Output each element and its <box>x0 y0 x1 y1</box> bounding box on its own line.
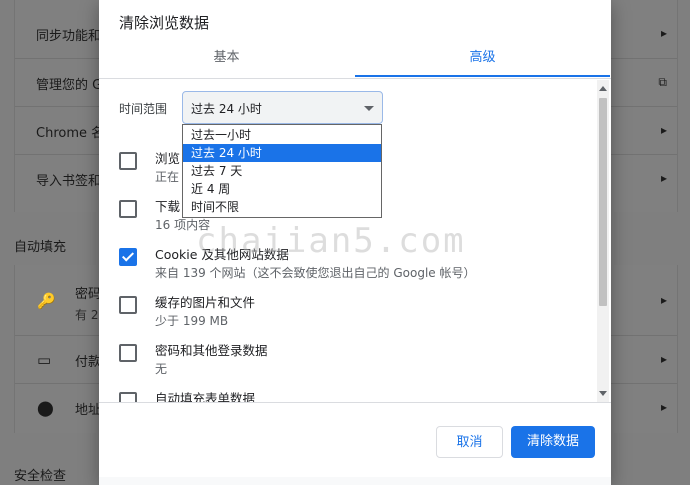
scroll-up-icon[interactable] <box>599 86 607 91</box>
checkbox-autofill-form-data[interactable] <box>119 392 137 402</box>
credit-card-icon: ▭ <box>37 351 52 369</box>
dialog-title: 清除浏览数据 <box>119 14 210 32</box>
dialog-tabs: 基本 高级 <box>99 44 611 79</box>
dropdown-arrow-icon <box>364 106 374 111</box>
checkbox-passwords[interactable] <box>119 344 137 362</box>
scroll-down-icon[interactable] <box>599 391 607 396</box>
item-autofill-form-data[interactable]: 自动填充表单数据 <box>99 388 595 403</box>
cancel-button[interactable]: 取消 <box>436 426 503 458</box>
item-desc: 来自 139 个网站（这不会致使您退出自己的 Google 帐号） <box>155 266 476 280</box>
settings-row-label: 付款 <box>75 355 102 370</box>
section-title-safety-check: 安全检查 <box>14 469 67 484</box>
item-desc: 无 <box>155 362 168 376</box>
chevron-right-icon: ▸ <box>660 400 667 414</box>
location-pin-icon: ⬤ <box>37 399 54 417</box>
dialog-footer <box>99 477 611 485</box>
open-external-icon: ⧉ <box>658 75 667 89</box>
item-title: 浏览 <box>155 151 181 166</box>
checkbox-download-history[interactable] <box>119 200 137 218</box>
item-cached-images[interactable]: 缓存的图片和文件 少于 199 MB <box>99 292 595 338</box>
time-range-select[interactable]: 过去 24 小时 <box>182 91 383 124</box>
tab-basic[interactable]: 基本 <box>99 44 354 77</box>
item-title: 自动填充表单数据 <box>155 391 256 403</box>
checkbox-cookies[interactable] <box>119 248 137 266</box>
clear-data-button[interactable]: 清除数据 <box>511 426 595 458</box>
settings-row-label: 密码 <box>75 287 102 302</box>
option-all-time[interactable]: 时间不限 <box>183 198 381 216</box>
item-passwords[interactable]: 密码和其他登录数据 无 <box>99 340 595 386</box>
time-range-options: 过去一小时 过去 24 小时 过去 7 天 近 4 周 时间不限 <box>182 124 382 218</box>
settings-row-label: 导入书签和 <box>36 174 102 189</box>
time-range-label: 时间范围 <box>119 102 168 116</box>
key-icon: 🔑 <box>37 292 56 310</box>
item-desc: 正在 <box>155 170 180 184</box>
settings-row-label: 同步功能和 <box>36 29 102 44</box>
item-cookies[interactable]: Cookie 及其他网站数据 来自 139 个网站（这不会致使您退出自己的 Go… <box>99 244 595 290</box>
checkbox-cached-images[interactable] <box>119 296 137 314</box>
settings-row-sub: 有 2 <box>75 308 99 322</box>
chevron-right-icon: ▸ <box>660 26 667 40</box>
settings-row-label: Chrome 名 <box>36 126 105 141</box>
clear-browsing-data-dialog: 清除浏览数据 基本 高级 时间范围 过去 24 小时 过去一小时 过去 24 小… <box>99 0 611 485</box>
item-title: 下载 <box>155 199 181 214</box>
scrollbar-thumb[interactable] <box>599 98 607 306</box>
option-last-4-weeks[interactable]: 近 4 周 <box>183 180 381 198</box>
checkbox-browsing-history[interactable] <box>119 152 137 170</box>
option-last-7-days[interactable]: 过去 7 天 <box>183 162 381 180</box>
option-last-hour[interactable]: 过去一小时 <box>183 126 381 144</box>
time-range-value: 过去 24 小时 <box>191 102 262 116</box>
chevron-right-icon: ▸ <box>660 171 667 185</box>
item-title: 缓存的图片和文件 <box>155 295 256 310</box>
option-last-24-hours[interactable]: 过去 24 小时 <box>183 144 381 162</box>
section-title-autofill: 自动填充 <box>14 240 67 255</box>
item-title: Cookie 及其他网站数据 <box>155 247 289 262</box>
settings-row-label: 地址 <box>75 403 102 418</box>
dialog-content: 时间范围 过去 24 小时 过去一小时 过去 24 小时 过去 7 天 近 4 … <box>99 80 611 403</box>
content-scrollbar[interactable] <box>597 80 609 402</box>
chevron-right-icon: ▸ <box>660 123 667 137</box>
item-desc: 16 项内容 <box>155 218 211 232</box>
item-title: 密码和其他登录数据 <box>155 343 268 358</box>
chevron-right-icon: ▸ <box>660 352 667 366</box>
chevron-right-icon: ▸ <box>660 293 667 307</box>
settings-row-label: 管理您的 G <box>36 78 103 93</box>
item-desc: 少于 199 MB <box>155 314 229 328</box>
tab-advanced[interactable]: 高级 <box>355 44 610 77</box>
